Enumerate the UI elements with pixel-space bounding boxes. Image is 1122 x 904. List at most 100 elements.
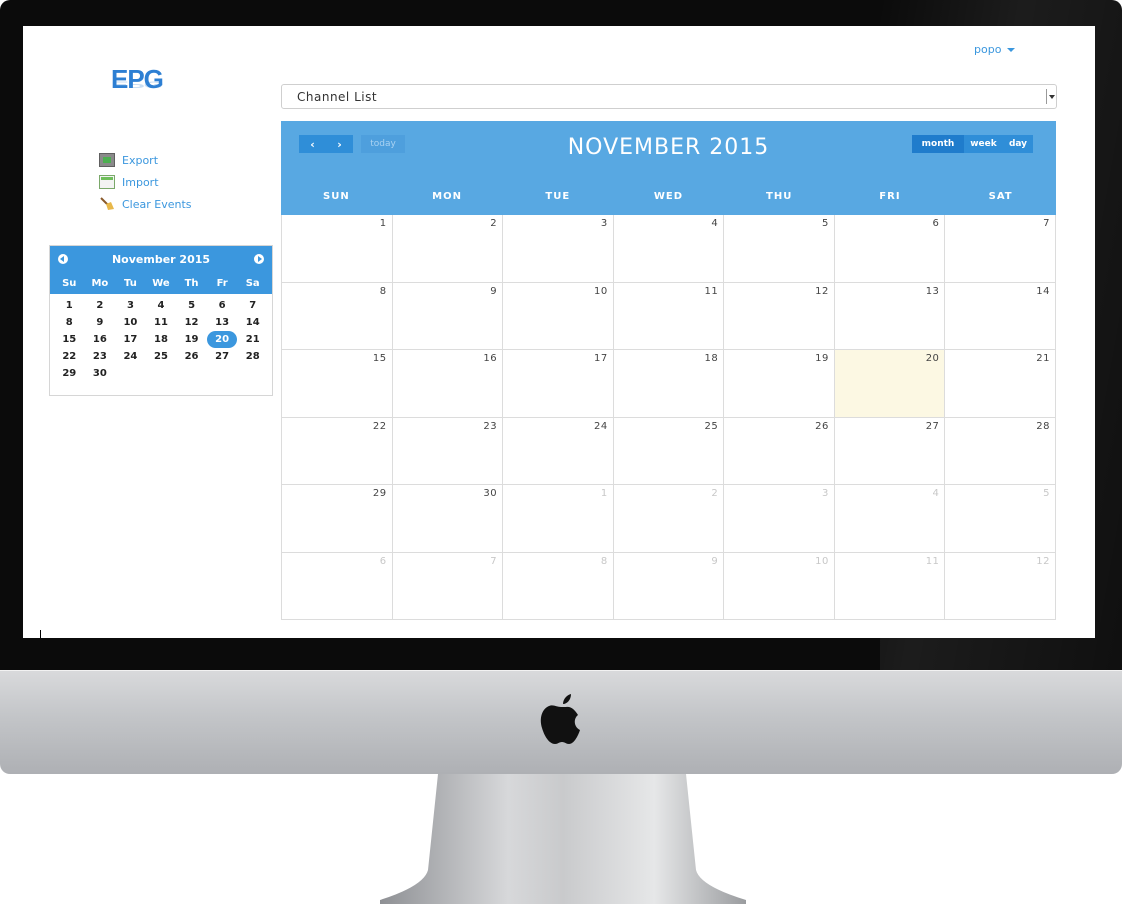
mini-day-cell[interactable]: 7: [237, 297, 268, 314]
mini-empty-cell: [237, 365, 268, 382]
mini-prev-month-icon[interactable]: [58, 254, 68, 264]
days-of-week-header: SUN MON TUE WED THU FRI SAT: [281, 191, 1056, 202]
day-number: 21: [1036, 353, 1050, 364]
mini-day-cell[interactable]: 16: [85, 331, 116, 348]
mini-day-cell[interactable]: 22: [54, 348, 85, 365]
day-number: 18: [704, 353, 719, 364]
day-cell[interactable]: 23: [392, 417, 504, 485]
mini-day-cell[interactable]: 2: [85, 297, 116, 314]
mini-day-cell[interactable]: 24: [115, 348, 146, 365]
day-cell[interactable]: 12: [724, 282, 835, 350]
day-cell[interactable]: 11: [613, 282, 725, 350]
mini-empty-cell: [207, 365, 238, 382]
day-number: 26: [815, 420, 829, 432]
day-cell[interactable]: 25: [613, 417, 725, 485]
mini-day-cell[interactable]: 19: [176, 331, 207, 348]
day-cell[interactable]: 24: [503, 417, 614, 485]
day-cell[interactable]: 29: [282, 485, 393, 553]
day-cell[interactable]: 17: [503, 350, 614, 418]
mini-day-cell[interactable]: 4: [146, 297, 177, 314]
day-cell[interactable]: 10: [503, 282, 614, 350]
day-cell[interactable]: 1: [282, 215, 393, 283]
day-number: 10: [593, 285, 608, 297]
day-cell[interactable]: 13: [834, 282, 946, 350]
day-cell[interactable]: 8: [282, 282, 393, 350]
mini-day-cell[interactable]: 27: [207, 348, 238, 365]
mini-day-cell[interactable]: 23: [85, 348, 116, 365]
today-day-cell[interactable]: 20: [834, 350, 946, 418]
day-cell[interactable]: 2: [392, 215, 504, 283]
day-cell[interactable]: 14: [945, 282, 1056, 350]
mini-day-cell[interactable]: 8: [54, 314, 85, 331]
day-cell[interactable]: 19: [724, 350, 835, 418]
mini-day-cell[interactable]: 10: [115, 314, 146, 331]
channel-select[interactable]: Channel List: [281, 84, 1057, 109]
export-button[interactable]: Export: [99, 149, 192, 171]
day-number: 6: [379, 555, 387, 567]
day-cell[interactable]: 16: [392, 350, 504, 418]
mini-next-month-icon[interactable]: [254, 254, 264, 264]
broom-icon: [100, 197, 114, 210]
day-of-week-label: SAT: [988, 191, 1013, 202]
mini-empty-cell: [176, 365, 207, 382]
day-of-week-label: SUN: [323, 191, 350, 202]
day-cell[interactable]: 30: [392, 485, 504, 553]
mini-day-cell[interactable]: 29: [54, 365, 85, 382]
day-cell[interactable]: 22: [282, 417, 393, 485]
user-menu[interactable]: popo: [974, 43, 1016, 56]
mini-day-cell[interactable]: 6: [207, 297, 238, 314]
day-cell[interactable]: 8: [503, 552, 614, 620]
mini-day-cell[interactable]: 3: [115, 297, 146, 314]
mini-day-cell[interactable]: 30: [85, 365, 116, 382]
day-cell[interactable]: 5: [945, 485, 1056, 553]
mini-day-of-week: Mo: [91, 277, 109, 289]
mini-day-cell[interactable]: 5: [176, 297, 207, 314]
mini-day-cell[interactable]: 25: [146, 348, 177, 365]
day-cell[interactable]: 4: [613, 215, 725, 283]
month-view-button[interactable]: month: [912, 135, 964, 153]
clear-events-button[interactable]: Clear Events: [99, 193, 192, 215]
day-cell[interactable]: 27: [834, 417, 946, 485]
day-cell[interactable]: 3: [503, 215, 614, 283]
day-cell[interactable]: 1: [503, 485, 614, 553]
day-view-button[interactable]: day: [1003, 135, 1033, 153]
mini-day-cell[interactable]: 15: [54, 331, 85, 348]
day-cell[interactable]: 5: [724, 215, 835, 283]
mini-day-cell[interactable]: 20: [206, 331, 238, 348]
day-cell[interactable]: 9: [392, 282, 504, 350]
day-cell[interactable]: 15: [282, 350, 393, 418]
day-cell[interactable]: 11: [834, 552, 946, 620]
day-cell[interactable]: 7: [945, 215, 1056, 283]
day-cell[interactable]: 4: [834, 485, 946, 553]
mini-day-cell[interactable]: 14: [237, 314, 268, 331]
day-cell[interactable]: 3: [724, 485, 835, 553]
day-cell[interactable]: 9: [613, 552, 725, 620]
mini-day-cell[interactable]: 21: [237, 331, 268, 348]
day-cell[interactable]: 2: [613, 485, 725, 553]
day-number: 17: [593, 353, 608, 364]
day-cell[interactable]: 18: [613, 350, 725, 418]
mini-day-cell[interactable]: 11: [146, 314, 177, 331]
mini-day-cell[interactable]: 26: [176, 348, 207, 365]
mini-day-cell[interactable]: 18: [146, 331, 177, 348]
day-cell[interactable]: 10: [724, 552, 835, 620]
mini-day-cell[interactable]: 12: [176, 314, 207, 331]
day-cell[interactable]: 21: [945, 350, 1056, 418]
day-cell[interactable]: 7: [392, 552, 504, 620]
day-cell[interactable]: 12: [945, 552, 1056, 620]
mini-day-cell[interactable]: 1: [54, 297, 85, 314]
mini-day-cell[interactable]: 17: [115, 331, 146, 348]
day-cell[interactable]: 6: [282, 552, 393, 620]
dropdown-arrow-icon[interactable]: [1046, 89, 1055, 104]
mini-day-cell[interactable]: 9: [85, 314, 116, 331]
mini-day-cell[interactable]: 13: [207, 314, 238, 331]
day-number: 22: [372, 420, 387, 432]
week-view-button[interactable]: week: [964, 135, 1003, 153]
mini-day-cell[interactable]: 28: [237, 348, 268, 365]
day-cell[interactable]: 28: [945, 417, 1056, 485]
day-cell[interactable]: 6: [834, 215, 946, 283]
day-number: 5: [821, 218, 829, 229]
day-number: 2: [490, 218, 498, 229]
import-button[interactable]: Import: [99, 171, 192, 193]
day-cell[interactable]: 26: [724, 417, 835, 485]
